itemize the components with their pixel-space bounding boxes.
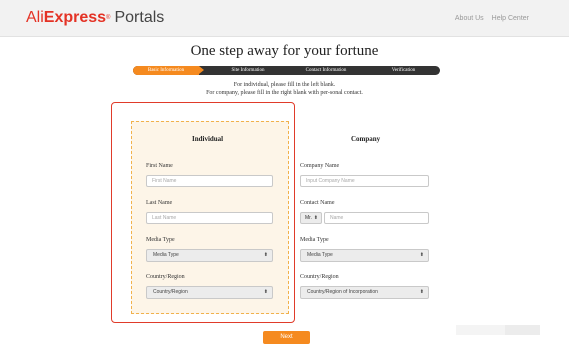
company-title: Company (351, 135, 381, 143)
first-name-input[interactable]: First Name (146, 175, 273, 187)
media-type-select[interactable]: Media Type ⬍ (146, 249, 273, 262)
step-arrow-icon (199, 66, 204, 74)
country-value: Country/Region (153, 289, 188, 295)
page-title: One step away for your fortune (190, 43, 379, 59)
step-basic-information: Basic Information (133, 66, 199, 75)
company-name-label: Company Name (300, 163, 340, 169)
logo-express-text: Express (43, 9, 107, 26)
media-type-value: Media Type (153, 252, 179, 258)
salutation-value: Mr. (305, 215, 312, 221)
company-media-type-label: Media Type (300, 237, 329, 243)
individual-title: Individual (192, 135, 224, 143)
select-arrows-icon: ⬍ (313, 215, 318, 221)
salutation-select[interactable]: Mr. ⬍ (300, 212, 322, 224)
contact-name-label: Contact Name (300, 200, 335, 206)
top-bar: AliExpress® Portals About Us Help Center (0, 0, 569, 37)
logo-portals-text: Portals (114, 9, 165, 26)
step-verification: Verification (391, 68, 416, 73)
company-name-input[interactable]: Input Company Name (300, 175, 429, 187)
select-arrows-icon: ⬍ (263, 252, 268, 258)
aliexpress-portals-logo[interactable]: AliExpress® Portals (26, 9, 164, 27)
about-us-link[interactable]: About Us (455, 15, 484, 22)
header-links: About Us Help Center (449, 15, 529, 22)
company-country-select[interactable]: Country/Region of Incorporation ⬍ (300, 286, 429, 299)
registered-mark-icon: ® (106, 15, 111, 21)
logo-ali-text: Ali (26, 9, 44, 26)
step-progress-bar: Basic Information Site Information Conta… (133, 66, 440, 75)
select-arrows-icon: ⬍ (419, 289, 424, 295)
company-country-value: Country/Region of Incorporation (307, 289, 378, 295)
contact-name-input[interactable]: Name (324, 212, 429, 224)
faded-placeholder-block (505, 325, 540, 335)
last-name-input[interactable]: Last Name (146, 212, 273, 224)
company-media-type-value: Media Type (307, 252, 333, 258)
company-country-label: Country/Region (300, 274, 339, 280)
step-contact-information: Contact Information (305, 68, 347, 73)
instruction-company: For company, please fill in the right bl… (206, 90, 363, 96)
select-arrows-icon: ⬍ (419, 252, 424, 258)
first-name-label: First Name (146, 163, 173, 169)
country-select[interactable]: Country/Region ⬍ (146, 286, 273, 299)
next-button[interactable]: Next (263, 331, 310, 344)
select-arrows-icon: ⬍ (263, 289, 268, 295)
media-type-label: Media Type (146, 237, 175, 243)
country-label: Country/Region (146, 274, 185, 280)
company-media-type-select[interactable]: Media Type ⬍ (300, 249, 429, 262)
help-center-link[interactable]: Help Center (492, 15, 529, 22)
instruction-individual: For individual, please fill in the left … (233, 82, 336, 88)
step-site-information: Site Information (231, 68, 265, 73)
last-name-label: Last Name (146, 200, 173, 206)
